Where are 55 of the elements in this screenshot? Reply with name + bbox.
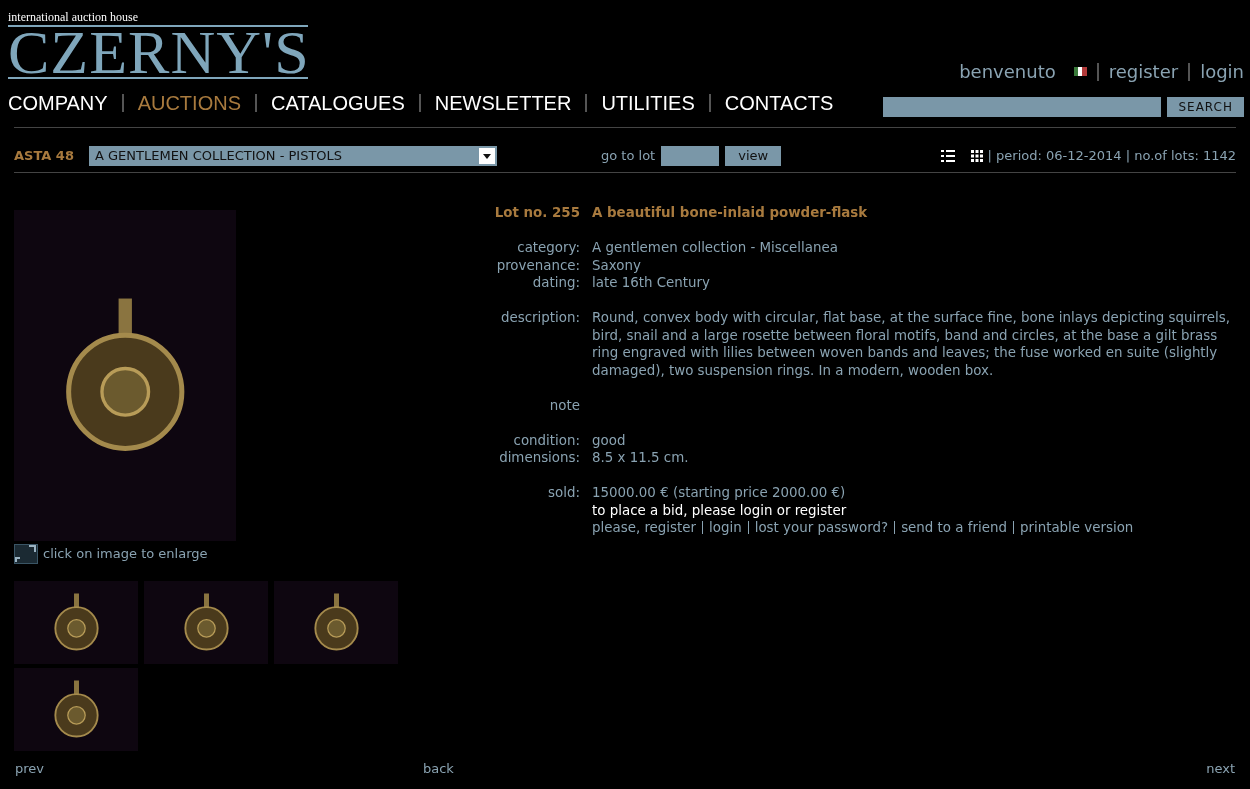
enlarge-hint: click on image to enlarge [43, 545, 208, 564]
field-value: 15000.00 € (starting price 2000.00 €) [592, 484, 846, 502]
header-link[interactable]: register [1108, 58, 1179, 85]
field-value: 8.5 x 11.5 cm. [592, 449, 689, 467]
field-value: A gentlemen collection - Miscellanea [592, 239, 838, 257]
view-button[interactable]: view [725, 146, 782, 166]
prev-link[interactable]: prev [15, 759, 423, 779]
field-label: condition: [512, 431, 581, 449]
photo-placeholder[interactable] [274, 581, 398, 664]
enlarge-icon[interactable] [14, 544, 38, 564]
list-view-icon[interactable] [940, 150, 955, 162]
collection-dropdown[interactable]: A GENTLEMEN COLLECTION - PISTOLS [89, 146, 497, 166]
field-value: good [592, 431, 626, 449]
caret-icon [479, 148, 495, 164]
field-label: category: [516, 239, 581, 257]
lot-number-field[interactable] [661, 146, 720, 166]
site-logo[interactable]: international auction house CZERNY'S [8, 10, 308, 79]
action-link[interactable]: printable version [1019, 519, 1134, 537]
photo-placeholder[interactable] [144, 581, 268, 664]
auction-info: | period: 06-12-2014 | no.of lots: 1142 [987, 147, 1236, 166]
nav-link[interactable]: AUCTIONS [137, 91, 241, 115]
search-button[interactable]: SEARCH [1167, 97, 1244, 117]
greeting-text: benvenuto [959, 60, 1056, 84]
field-label: sold: [547, 484, 581, 502]
photo-placeholder[interactable] [14, 668, 138, 751]
next-link[interactable]: next [1206, 759, 1235, 779]
header-link[interactable]: login [1200, 58, 1244, 85]
auction-number: ASTA 48 [14, 147, 75, 166]
grid-view-icon[interactable] [970, 150, 983, 162]
back-link[interactable]: back [423, 759, 454, 779]
field-value: Saxony [592, 256, 641, 274]
action-link[interactable]: login [709, 519, 742, 537]
nav-link[interactable]: CONTACTS [724, 91, 834, 115]
field-label: provenance: [495, 256, 581, 274]
nav-link[interactable]: COMPANY [8, 91, 108, 115]
field-label: dating: [531, 274, 581, 292]
nav-link[interactable]: NEWSLETTER [434, 91, 572, 115]
field-label: dimensions: [498, 449, 581, 467]
nav-link[interactable]: UTILITIES [601, 91, 695, 115]
photo-placeholder[interactable] [14, 581, 138, 664]
search-field[interactable] [883, 97, 1162, 117]
bid-notice: to place a bid, please login or register [592, 501, 848, 519]
action-link[interactable]: lost your password? [754, 519, 889, 537]
lot-title: A beautiful bone-inlaid powder-flask [592, 204, 868, 222]
field-label: note [548, 396, 581, 414]
field-label: description: [500, 309, 581, 327]
nav-link[interactable]: CATALOGUES [271, 91, 405, 115]
action-link[interactable]: send to a friend [901, 519, 1007, 537]
field-value: late 16th Century [592, 274, 710, 292]
action-link[interactable]: please, register [592, 519, 697, 537]
photo-placeholder[interactable] [14, 210, 236, 541]
lot-number: Lot no. 255 [493, 204, 581, 222]
flag-icon[interactable] [1073, 67, 1087, 76]
field-value: Round, convex body with circular, flat base, at the surface fine, bone inlays depicting squirrels, bird, snail and a large rosette between floral motifs, band and circles, at the base a gilt brass ring engraved with lilies between woven bands and leaves; the fuse worked en suite (slightly damaged), two suspension rings. In a modern, wooden box. [592, 309, 1231, 379]
goto-label: go to lot [601, 147, 656, 166]
